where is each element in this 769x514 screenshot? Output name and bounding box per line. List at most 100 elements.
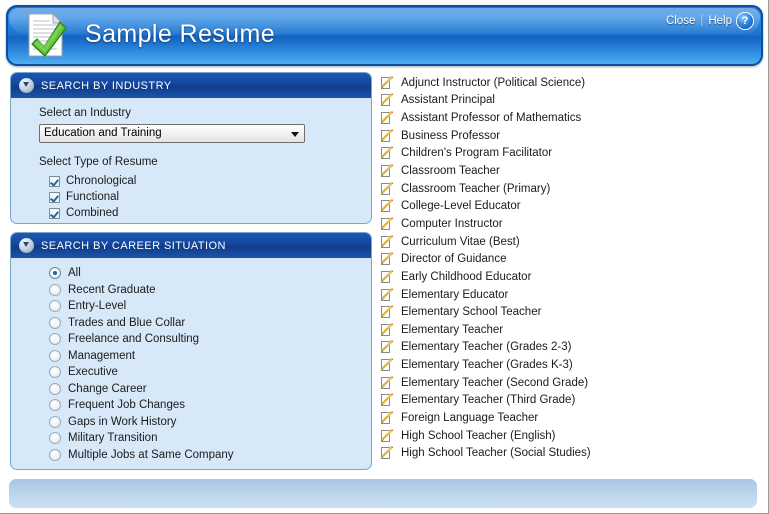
checkbox-label: Combined [66, 207, 119, 219]
select-industry-label: Select an Industry [39, 107, 132, 119]
resume-list-item[interactable]: Director of Guidance [380, 250, 760, 268]
radio-row[interactable]: Multiple Jobs at Same Company [49, 447, 371, 464]
resume-list-item[interactable]: Foreign Language Teacher [380, 409, 760, 427]
radio-management[interactable] [49, 349, 61, 362]
application-window: Sample Resume Close | Help ? SEARCH BY I… [0, 0, 769, 514]
resume-item-label: Early Childhood Educator [401, 270, 532, 283]
resume-list-item[interactable]: Elementary Teacher (Grades 2-3) [380, 339, 760, 357]
radio-row[interactable]: Freelance and Consulting [49, 331, 371, 348]
resume-list-item[interactable]: College-Level Educator [380, 197, 760, 215]
resume-list-item[interactable]: Business Professor [380, 127, 760, 145]
resume-item-label: Director of Guidance [401, 253, 507, 266]
career-options-list: All Recent Graduate Entry-Level Trades and … [11, 258, 371, 469]
document-pencil-edit-icon [380, 111, 394, 125]
checkbox-functional[interactable] [49, 191, 60, 203]
industry-select[interactable]: Education and Training [39, 124, 305, 143]
radio-military-transition[interactable] [49, 432, 61, 445]
search-by-industry-panel: SEARCH BY INDUSTRY Select an Industry Ed… [10, 72, 372, 224]
page-title: Sample Resume [85, 20, 276, 48]
document-check-icon [20, 11, 72, 61]
radio-label: Management [68, 349, 136, 362]
career-panel-title: SEARCH BY CAREER SITUATION [41, 239, 226, 252]
checkbox-label: Functional [66, 191, 120, 203]
checkbox-label: Chronological [66, 175, 137, 187]
radio-row[interactable]: Gaps in Work History [49, 414, 371, 431]
checkbox-row[interactable]: Chronological [49, 173, 371, 189]
radio-row[interactable]: Entry-Level [49, 298, 371, 315]
resume-list-item[interactable]: Children's Program Facilitator [380, 145, 760, 163]
checkbox-combined[interactable] [49, 207, 60, 219]
title-bar: Sample Resume Close | Help ? [6, 5, 763, 66]
document-pencil-edit-icon [380, 146, 394, 160]
radio-label: Freelance and Consulting [68, 333, 200, 346]
resume-item-label: Assistant Professor of Mathematics [401, 112, 582, 125]
close-button[interactable]: Close [666, 15, 695, 27]
resume-item-label: Elementary Teacher (Second Grade) [401, 376, 589, 389]
document-pencil-edit-icon [380, 340, 394, 354]
document-pencil-edit-icon [380, 128, 394, 143]
resume-list-item[interactable]: Assistant Principal [380, 92, 760, 110]
career-panel-header[interactable]: SEARCH BY CAREER SITUATION [11, 233, 371, 258]
radio-row[interactable]: All [49, 265, 371, 282]
radio-label: Frequent Job Changes [68, 399, 185, 412]
industry-panel-body: Select an Industry Education and Trainin… [11, 98, 371, 223]
radio-frequent-job-changes[interactable] [49, 399, 61, 412]
radio-label: Recent Graduate [68, 283, 156, 296]
resume-list-item[interactable]: Elementary Teacher (Grades K-3) [380, 356, 760, 374]
radio-row[interactable]: Frequent Job Changes [49, 397, 371, 414]
radio-label: All [68, 267, 81, 280]
radio-change-career[interactable] [49, 382, 61, 395]
radio-row[interactable]: Trades and Blue Collar [49, 315, 371, 332]
resume-item-label: Elementary Teacher (Grades 2-3) [401, 341, 572, 354]
radio-row[interactable]: Management [49, 348, 371, 365]
radio-row[interactable]: Recent Graduate [49, 282, 371, 299]
resume-list-item[interactable]: Computer Instructor [380, 215, 760, 233]
document-pencil-edit-icon [380, 358, 394, 372]
resume-list-item[interactable]: Adjunct Instructor (Political Science) [380, 74, 760, 92]
resume-item-label: Elementary School Teacher [401, 306, 542, 319]
checkbox-chronological[interactable] [49, 175, 60, 187]
resume-list-item[interactable]: Elementary School Teacher [380, 303, 760, 321]
document-pencil-edit-icon [380, 322, 394, 337]
help-question-icon[interactable]: ? [737, 13, 753, 29]
industry-panel-header[interactable]: SEARCH BY INDUSTRY [11, 73, 371, 98]
radio-row[interactable]: Executive [49, 364, 371, 381]
resume-list-item[interactable]: Classroom Teacher [380, 162, 760, 180]
document-pencil-edit-icon [380, 164, 394, 178]
radio-all[interactable] [49, 267, 61, 280]
resume-item-label: Assistant Principal [401, 94, 495, 107]
resume-list-item[interactable]: Early Childhood Educator [380, 268, 760, 286]
radio-freelance-and-consulting[interactable] [49, 333, 61, 346]
circle-down-arrow-icon[interactable] [19, 78, 34, 93]
radio-multiple-jobs-at-same-company[interactable] [49, 448, 61, 461]
radio-recent-graduate[interactable] [49, 283, 61, 296]
checkbox-row[interactable]: Functional [49, 189, 371, 205]
document-pencil-edit-icon [380, 76, 394, 90]
resume-list-item[interactable]: Classroom Teacher (Primary) [380, 180, 760, 198]
circle-down-arrow-icon[interactable] [19, 238, 34, 253]
radio-entry-level[interactable] [49, 300, 61, 313]
resume-list-item[interactable]: Curriculum Vitae (Best) [380, 233, 760, 251]
resume-list-item[interactable]: High School Teacher (Social Studies) [380, 444, 760, 462]
radio-label: Entry-Level [68, 300, 127, 313]
document-pencil-edit-icon [380, 287, 394, 302]
document-pencil-edit-icon [380, 252, 394, 266]
radio-gaps-in-work-history[interactable] [49, 415, 61, 428]
resume-list-item[interactable]: Assistant Professor of Mathematics [380, 109, 760, 127]
radio-executive[interactable] [49, 366, 61, 379]
resume-results-list: Adjunct Instructor (Political Science) As… [380, 74, 760, 462]
checkbox-row[interactable]: Combined [49, 205, 371, 221]
resume-list-item[interactable]: Elementary Teacher [380, 321, 760, 339]
radio-row[interactable]: Change Career [49, 381, 371, 398]
radio-trades-and-blue-collar[interactable] [49, 316, 61, 329]
document-pencil-edit-icon [380, 393, 394, 407]
document-pencil-edit-icon [380, 181, 394, 196]
radio-row[interactable]: Military Transition [49, 430, 371, 447]
resume-item-label: Elementary Educator [401, 288, 509, 301]
resume-list-item[interactable]: Elementary Educator [380, 286, 760, 304]
resume-list-item[interactable]: High School Teacher (English) [380, 427, 760, 445]
resume-list-item[interactable]: Elementary Teacher (Second Grade) [380, 374, 760, 392]
resume-item-label: Adjunct Instructor (Political Science) [401, 76, 586, 89]
resume-list-item[interactable]: Elementary Teacher (Third Grade) [380, 392, 760, 410]
help-button[interactable]: Help [708, 15, 732, 27]
